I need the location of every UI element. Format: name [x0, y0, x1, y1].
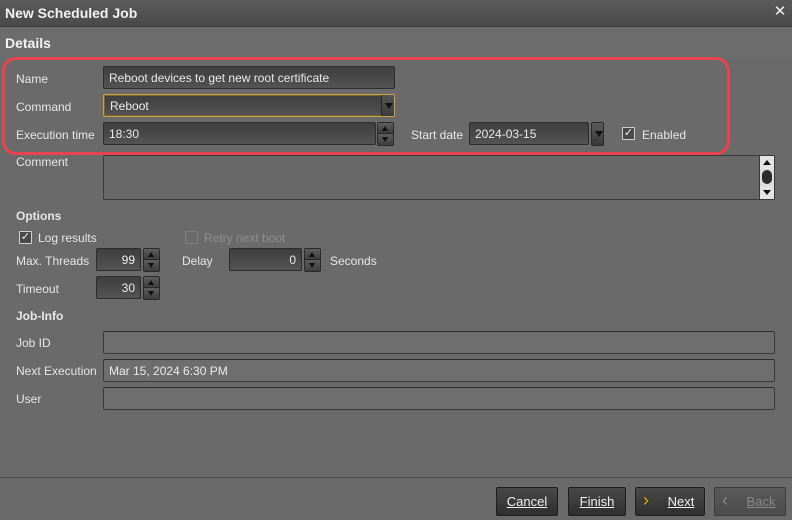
- spin-down-icon[interactable]: [305, 260, 320, 271]
- cancel-button[interactable]: Cancel: [496, 487, 558, 516]
- execution-time-stepper[interactable]: [377, 122, 394, 146]
- scroll-thumb[interactable]: [762, 170, 772, 184]
- spin-down-icon[interactable]: [378, 134, 393, 145]
- scroll-down-icon[interactable]: [760, 186, 774, 199]
- retry-next-boot-label: Retry next boot: [204, 231, 286, 245]
- user-label: User: [16, 392, 42, 406]
- start-date-dropdown-icon[interactable]: [591, 122, 604, 146]
- command-label: Command: [16, 100, 72, 114]
- retry-next-boot-checkbox: [185, 231, 198, 244]
- enabled-checkbox[interactable]: ✓: [622, 127, 635, 140]
- enabled-label: Enabled: [642, 128, 687, 142]
- max-threads-label: Max. Threads: [16, 254, 90, 268]
- section-title: Details: [5, 35, 51, 51]
- name-input[interactable]: Reboot devices to get new root certifica…: [103, 66, 395, 89]
- back-button: ‹ Back: [714, 487, 786, 516]
- chevron-left-icon: ‹: [722, 490, 728, 510]
- comment-scrollbar[interactable]: [759, 156, 774, 199]
- next-button-label: Next: [667, 494, 695, 509]
- delay-label: Delay: [182, 254, 213, 268]
- start-date-input[interactable]: 2024-03-15: [469, 122, 589, 145]
- details-section-header: Details: [0, 27, 792, 57]
- execution-time-input[interactable]: 18:30: [103, 122, 376, 145]
- command-select[interactable]: Reboot: [103, 94, 395, 117]
- jobinfo-heading: Job-Info: [16, 309, 64, 323]
- next-button[interactable]: › Next: [635, 487, 705, 516]
- spin-up-icon[interactable]: [144, 277, 159, 288]
- user-field: [103, 387, 775, 410]
- spin-up-icon[interactable]: [378, 123, 393, 134]
- timeout-input[interactable]: 30: [96, 276, 141, 299]
- log-results-checkbox[interactable]: ✓: [19, 231, 32, 244]
- max-threads-stepper[interactable]: [143, 248, 160, 272]
- delay-stepper[interactable]: [304, 248, 321, 272]
- back-button-label: Back: [746, 494, 776, 509]
- delay-unit-label: Seconds: [330, 254, 377, 268]
- comment-label: Comment: [16, 155, 69, 169]
- command-select-value: Reboot: [110, 99, 149, 113]
- name-label: Name: [16, 72, 49, 86]
- comment-textarea[interactable]: [103, 155, 775, 200]
- chevron-right-icon: ›: [643, 490, 649, 510]
- spin-down-icon[interactable]: [144, 288, 159, 299]
- delay-input[interactable]: 0: [229, 248, 302, 271]
- chevron-down-icon[interactable]: [381, 95, 394, 116]
- close-icon[interactable]: ✕: [773, 4, 787, 20]
- title-bar: New Scheduled Job ✕: [0, 0, 792, 27]
- cancel-button-label: Cancel: [506, 494, 548, 509]
- log-results-label: Log results: [38, 231, 97, 245]
- window-title: New Scheduled Job: [5, 5, 138, 21]
- wizard-footer: Cancel Finish › Next ‹ Back: [0, 477, 792, 520]
- scroll-up-icon[interactable]: [760, 156, 774, 169]
- job-id-field: [103, 331, 775, 354]
- execution-time-label: Execution time: [16, 128, 95, 142]
- next-execution-field: Mar 15, 2024 6:30 PM: [103, 359, 775, 382]
- timeout-label: Timeout: [16, 282, 59, 296]
- start-date-label: Start date: [411, 128, 464, 142]
- options-heading: Options: [16, 209, 62, 223]
- spin-down-icon[interactable]: [144, 260, 159, 271]
- finish-button-label: Finish: [579, 494, 615, 509]
- job-id-label: Job ID: [16, 336, 51, 350]
- spin-up-icon[interactable]: [144, 249, 159, 260]
- details-panel: Name Reboot devices to get new root cert…: [0, 57, 792, 477]
- timeout-stepper[interactable]: [143, 276, 160, 300]
- max-threads-input[interactable]: 99: [96, 248, 141, 271]
- next-execution-label: Next Execution: [16, 364, 97, 378]
- finish-button[interactable]: Finish: [568, 487, 626, 516]
- spin-up-icon[interactable]: [305, 249, 320, 260]
